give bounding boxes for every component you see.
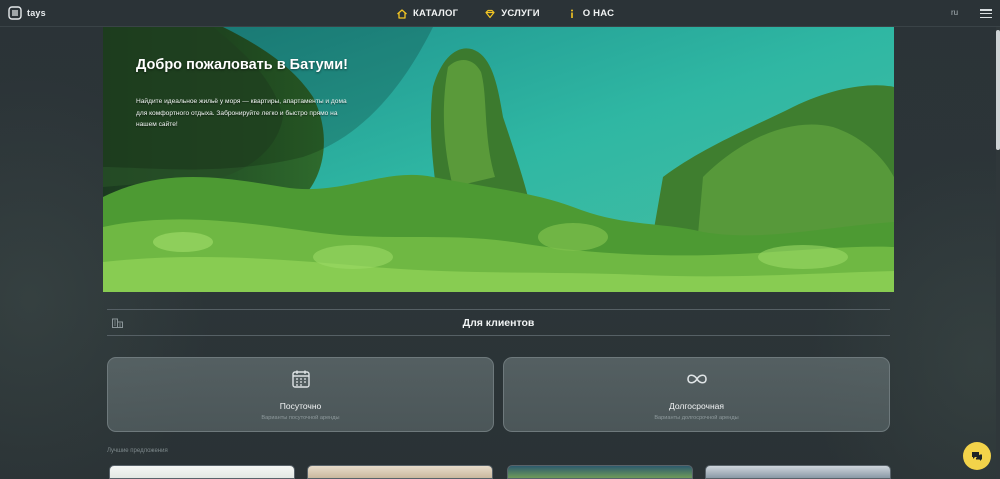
chat-icon — [972, 451, 982, 461]
long-term-rent-title: Долгосрочная — [669, 401, 724, 411]
chat-button[interactable] — [963, 442, 991, 470]
nav-about-label: О НАС — [582, 8, 615, 19]
scrollbar-thumb[interactable] — [996, 30, 1000, 150]
offer-thumbnail[interactable] — [705, 465, 891, 479]
offer-thumbnail[interactable] — [109, 465, 295, 479]
hero-title: Добро пожаловать в Батуми! — [136, 57, 348, 73]
top-navigation-bar: tays КАТАЛОГ УСЛУГИ О НАС ru — [0, 0, 1000, 27]
best-offers-label: Лучшие предложения — [107, 448, 168, 454]
clients-section-header: Для клиентов — [107, 309, 890, 336]
daily-rent-subtitle: Варианты посуточной аренды — [261, 415, 340, 421]
nav-services-label: УСЛУГИ — [501, 8, 540, 19]
calendar-icon — [292, 370, 310, 388]
hero-banner: Добро пожаловать в Батуми! Найдите идеал… — [103, 27, 894, 292]
nav-about[interactable]: О НАС — [566, 8, 614, 20]
offer-thumbnail[interactable] — [507, 465, 693, 479]
daily-rent-card[interactable]: Посуточно Варианты посуточной аренды — [107, 357, 494, 432]
section-title: Для клиентов — [462, 317, 535, 329]
menu-icon[interactable] — [980, 9, 992, 19]
long-term-rent-subtitle: Варианты долгосрочной аренды — [654, 415, 739, 421]
diamond-icon — [485, 9, 495, 18]
logo[interactable]: tays — [8, 6, 46, 20]
nav-catalog[interactable]: КАТАЛОГ — [396, 8, 458, 20]
offer-thumbnail[interactable] — [307, 465, 493, 479]
logo-text: tays — [27, 8, 46, 18]
hero-description: Найдите идеальное жильё у моря — квартир… — [136, 98, 347, 128]
long-term-rent-card[interactable]: Долгосрочная Варианты долгосрочной аренд… — [503, 357, 890, 432]
nav-services[interactable]: УСЛУГИ — [484, 8, 540, 20]
daily-rent-title: Посуточно — [279, 401, 322, 411]
nav-catalog-label: КАТАЛОГ — [413, 8, 459, 19]
logo-icon — [8, 6, 22, 20]
home-icon — [397, 8, 407, 19]
main-nav: КАТАЛОГ УСЛУГИ О НАС — [396, 0, 614, 27]
info-icon — [570, 9, 573, 18]
language-switcher[interactable]: ru — [951, 8, 958, 17]
infinity-icon — [687, 374, 707, 384]
